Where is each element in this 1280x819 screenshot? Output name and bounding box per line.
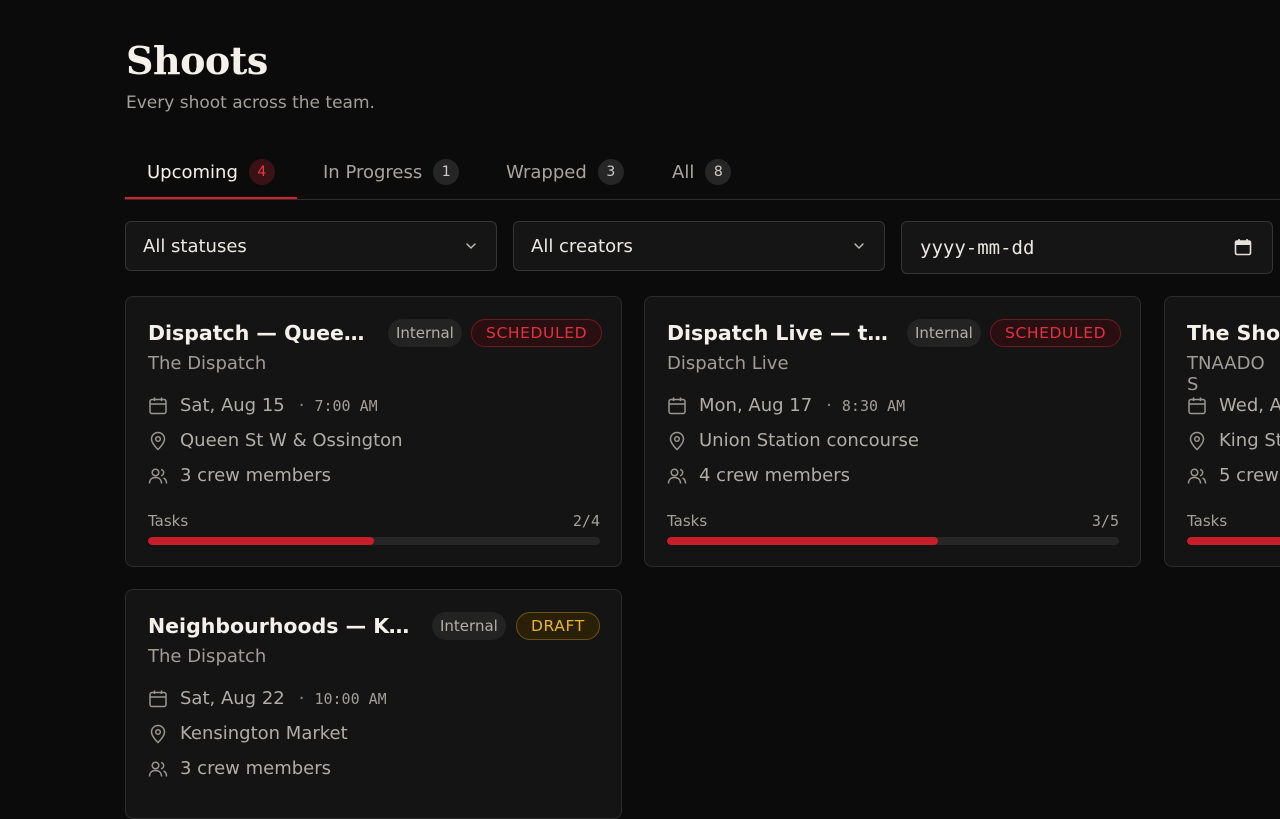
calendar-icon [1188,397,1206,414]
tasks-progress-fill [1187,537,1280,545]
tasks-count: 3/5 [1091,512,1119,530]
map-pin-icon [1189,431,1205,451]
tab-label: Wrapped [506,161,587,183]
visibility-badge: Internal [432,612,506,640]
tab-in-progress[interactable]: In Progress 1 [323,146,460,198]
shoot-date-row: Mon, Aug 17 · 8:30 AM [667,395,905,416]
tasks-progress-bar [667,537,1119,545]
status-tabs: Upcoming 4 In Progress 1 Wrapped 3 All 8 [125,146,1280,200]
show-name: TNAADO S [1187,353,1265,395]
shoot-card[interactable]: Neighbourhoods — Ken... Internal DRAFT T… [125,589,622,819]
users-icon [667,467,687,484]
tab-count-badge: 4 [248,159,275,185]
crew-row: 4 crew members [667,465,850,486]
users-icon [148,467,168,484]
shoot-time: 7:00 AM [314,396,378,415]
crew-count: 3 crew members [180,465,332,486]
shoot-date-row: Sat, Aug 15 · 7:00 AM [148,395,378,416]
shoot-time: 10:00 AM [314,689,387,708]
creator-filter-value: All creators [531,235,633,257]
crew-row: 3 crew members [148,465,331,486]
shoot-location: Kensington Market [180,723,348,744]
shoot-location: King St [1219,430,1280,451]
shoot-card[interactable]: Dispatch — Queen ... Internal SCHEDULED … [125,296,622,567]
shoot-title: Neighbourhoods — Ken... [148,614,416,638]
tab-label: All [672,161,695,183]
status-filter-select[interactable]: All statuses [125,221,497,271]
crew-count: 3 crew members [180,758,332,779]
map-pin-icon [150,431,166,451]
show-name: The Dispatch [148,646,267,667]
separator-dot: · [826,395,832,416]
shoot-date-row: Wed, A [1187,395,1280,416]
tasks-label: Tasks [1187,512,1228,530]
shoot-card[interactable]: Dispatch Live — tra... Internal SCHEDULE… [644,296,1141,567]
status-badge: SCHEDULED [990,319,1122,347]
tab-wrapped[interactable]: Wrapped 3 [506,146,624,198]
crew-count: 5 crew [1219,465,1279,486]
status-badge: SCHEDULED [471,319,603,347]
shoot-location-row: King St [1187,430,1280,451]
tasks-progress-bar [1187,537,1280,545]
shoot-date: Mon, Aug 17 [699,395,813,416]
chevron-down-icon [466,243,476,250]
calendar-icon [149,397,167,414]
tasks-progress-fill [667,537,939,545]
tab-all[interactable]: All 8 [672,146,732,198]
date-filter-input[interactable]: yyyy-mm-dd [901,221,1273,274]
shoot-location: Queen St W & Ossington [180,430,403,451]
tab-label: In Progress [323,161,423,183]
shoot-location-row: Kensington Market [148,723,348,744]
crew-row: 5 crew [1187,465,1279,486]
separator-dot: · [298,395,305,416]
tab-count-badge: 3 [597,159,624,185]
shoot-location-row: Queen St W & Ossington [148,430,403,451]
shoot-date: Wed, A [1219,395,1280,416]
shoot-location-row: Union Station concourse [667,430,919,451]
calendar-icon [149,690,167,707]
tasks-progress-bar [148,537,600,545]
separator-dot: · [298,688,305,709]
shoot-date-row: Sat, Aug 22 · 10:00 AM [148,688,387,709]
shoot-time: 8:30 AM [841,396,906,415]
page-title: Shoots [126,38,268,83]
shoot-date: Sat, Aug 22 [180,688,285,709]
page-subtitle: Every shoot across the team. [126,93,375,113]
shoot-card[interactable]: The Show TNAADO S Wed, A King St 5 crew … [1164,296,1280,567]
tab-upcoming[interactable]: Upcoming 4 [125,146,297,199]
tab-count-badge: 1 [433,159,460,185]
tasks-label: Tasks [667,512,708,530]
status-badge: DRAFT [516,612,600,640]
creator-filter-select[interactable]: All creators [513,221,885,271]
date-filter-placeholder: yyyy-mm-dd [920,236,1035,259]
map-pin-icon [669,431,685,451]
shoot-title: Dispatch — Queen ... [148,321,373,345]
show-name: Dispatch Live [667,353,789,374]
shoot-location: Union Station concourse [699,430,919,451]
status-filter-value: All statuses [143,235,247,257]
users-icon [1187,467,1207,484]
crew-row: 3 crew members [148,758,331,779]
tasks-progress-fill [148,537,374,545]
tasks-count: 2/4 [572,512,600,530]
users-icon [148,760,168,777]
map-pin-icon [150,724,166,744]
shoot-date: Sat, Aug 15 [180,395,285,416]
tasks-label: Tasks [148,512,189,530]
visibility-badge: Internal [907,319,981,347]
crew-count: 4 crew members [699,465,851,486]
tab-label: Upcoming [147,161,238,183]
shoot-title: Dispatch Live — tra... [667,321,892,345]
visibility-badge: Internal [388,319,462,347]
chevron-down-icon [854,243,864,250]
shoot-title: The Show [1187,321,1280,345]
calendar-icon [668,397,686,414]
tab-count-badge: 8 [705,159,732,185]
show-name: The Dispatch [148,353,267,374]
calendar-icon[interactable] [1234,238,1252,256]
